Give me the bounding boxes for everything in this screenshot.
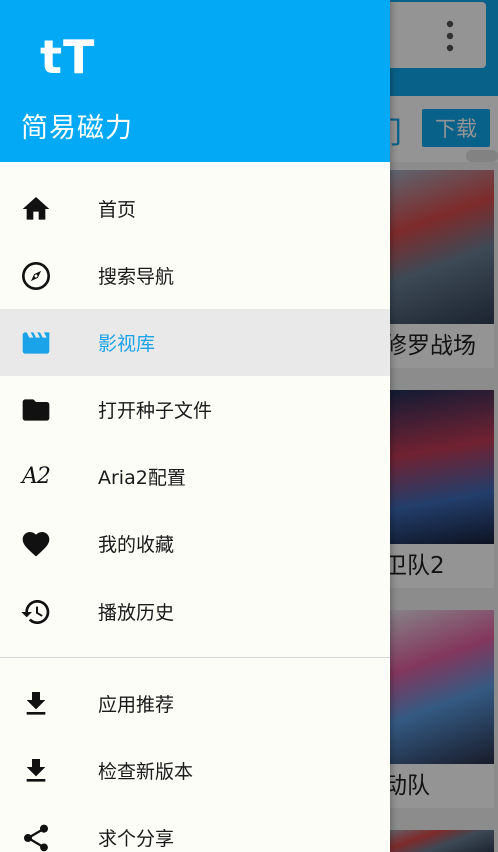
menu-item-label: Aria2配置 [98,467,186,489]
menu-item-check-update[interactable]: 检查新版本 [0,737,390,804]
clapperboard-icon [20,327,52,359]
menu-item-label: 我的收藏 [98,534,175,556]
menu-item-movie-library[interactable]: 影视库 [0,309,390,376]
menu-item-app-recommend[interactable]: 应用推荐 [0,670,390,737]
menu-item-share[interactable]: 求个分享 [0,804,390,852]
menu-item-label: 播放历史 [98,602,175,624]
menu-item-label: 首页 [98,199,137,221]
menu-item-label: 检查新版本 [98,761,194,783]
heart-icon [20,528,52,560]
app-name: 简易磁力 [21,113,133,144]
menu-item-label: 求个分享 [98,828,175,850]
share-icon [20,822,52,852]
app-logo: tT [40,30,96,84]
home-icon [20,193,52,225]
compass-icon [20,260,52,292]
folder-icon [20,394,52,426]
menu-item-search-nav[interactable]: 搜索导航 [0,242,390,309]
menu-item-label: 应用推荐 [98,694,175,716]
menu-item-label: 影视库 [98,333,156,355]
navigation-drawer: tT 简易磁力 首页 搜索导航 影视库 打开种子文件 A2 Aria2配置 我的… [0,0,390,852]
aria2-glyph: A2 [22,464,51,489]
aria2-icon: A2 [20,461,52,493]
download-icon [20,688,52,720]
menu-item-label: 打开种子文件 [98,400,213,422]
menu-item-label: 搜索导航 [98,266,175,288]
menu-item-play-history[interactable]: 播放历史 [0,578,390,645]
history-icon [20,596,52,628]
drawer-header: tT 简易磁力 [0,0,390,162]
menu-item-open-torrent[interactable]: 打开种子文件 [0,376,390,443]
app-screen: 门 下载 修罗战场 卫队2 动队 tT 简易磁力 首页 [0,0,498,852]
menu-item-favorites[interactable]: 我的收藏 [0,510,390,577]
menu-item-aria2-config[interactable]: A2 Aria2配置 [0,443,390,510]
download-icon [20,755,52,787]
menu-item-home[interactable]: 首页 [0,175,390,242]
menu-divider [0,657,390,658]
